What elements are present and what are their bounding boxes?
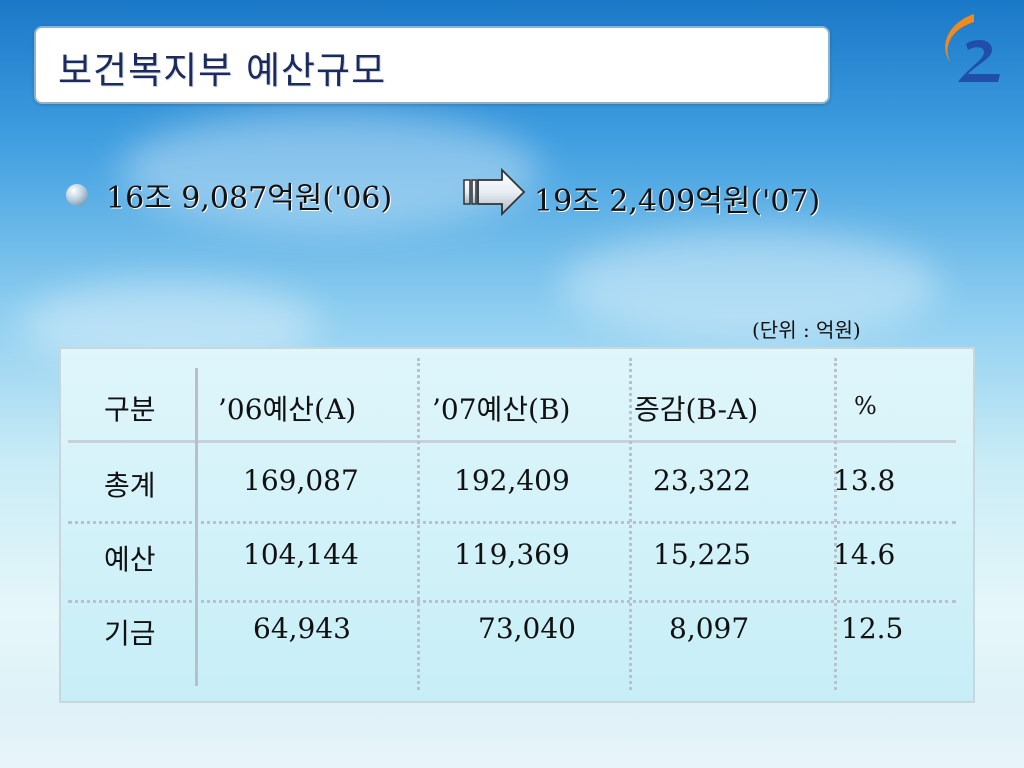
table-cell: 14.6: [833, 538, 896, 571]
row-divider: [68, 521, 956, 524]
table-header-budget-07: ’07예산(B): [432, 393, 571, 426]
right-arrow-icon: [463, 168, 526, 217]
column-divider: [417, 358, 420, 690]
table-row-fund-label: 기금: [104, 617, 156, 650]
table-header-category: 구분: [104, 393, 156, 426]
table-cell: 64,943: [253, 612, 351, 645]
table-cell: 73,040: [478, 612, 576, 645]
table-cell: 169,087: [243, 464, 359, 497]
table-cell: 8,097: [669, 612, 750, 645]
table-cell: 23,322: [653, 464, 751, 497]
table-header-budget-06: ’06예산(A): [218, 393, 357, 426]
table-cell: 12.5: [841, 612, 904, 645]
table-cell: 192,409: [454, 464, 570, 497]
summary-from: 16조 9,087억원('06): [106, 181, 393, 216]
table-row-budget-label: 예산: [104, 543, 156, 576]
background-floor: [0, 700, 1024, 768]
table-cell: 119,369: [454, 538, 570, 571]
unit-note: (단위 : 억원): [752, 318, 861, 342]
column-divider: [834, 358, 837, 690]
table-header-percent: %: [854, 392, 877, 420]
bullet-icon: [66, 184, 88, 206]
summary-bullet: 16조 9,087억원('06): [66, 170, 392, 220]
header-divider: [68, 440, 956, 443]
column-divider: [629, 358, 632, 690]
table-row-total-label: 총계: [104, 469, 156, 502]
slide-title: 보건복지부 예산규모: [58, 49, 387, 92]
title-box: 보건복지부 예산규모: [34, 26, 830, 104]
table-cell: 13.8: [833, 464, 896, 497]
table-header-change: 증감(B-A): [634, 393, 759, 426]
table-cell: 15,225: [653, 538, 751, 571]
logo-icon: [945, 14, 1000, 82]
table-cell: 104,144: [243, 538, 359, 571]
column-divider: [195, 368, 198, 686]
background-cloud: [560, 230, 940, 340]
row-divider: [68, 600, 956, 603]
summary-to: 19조 2,409억원('07): [534, 184, 821, 219]
